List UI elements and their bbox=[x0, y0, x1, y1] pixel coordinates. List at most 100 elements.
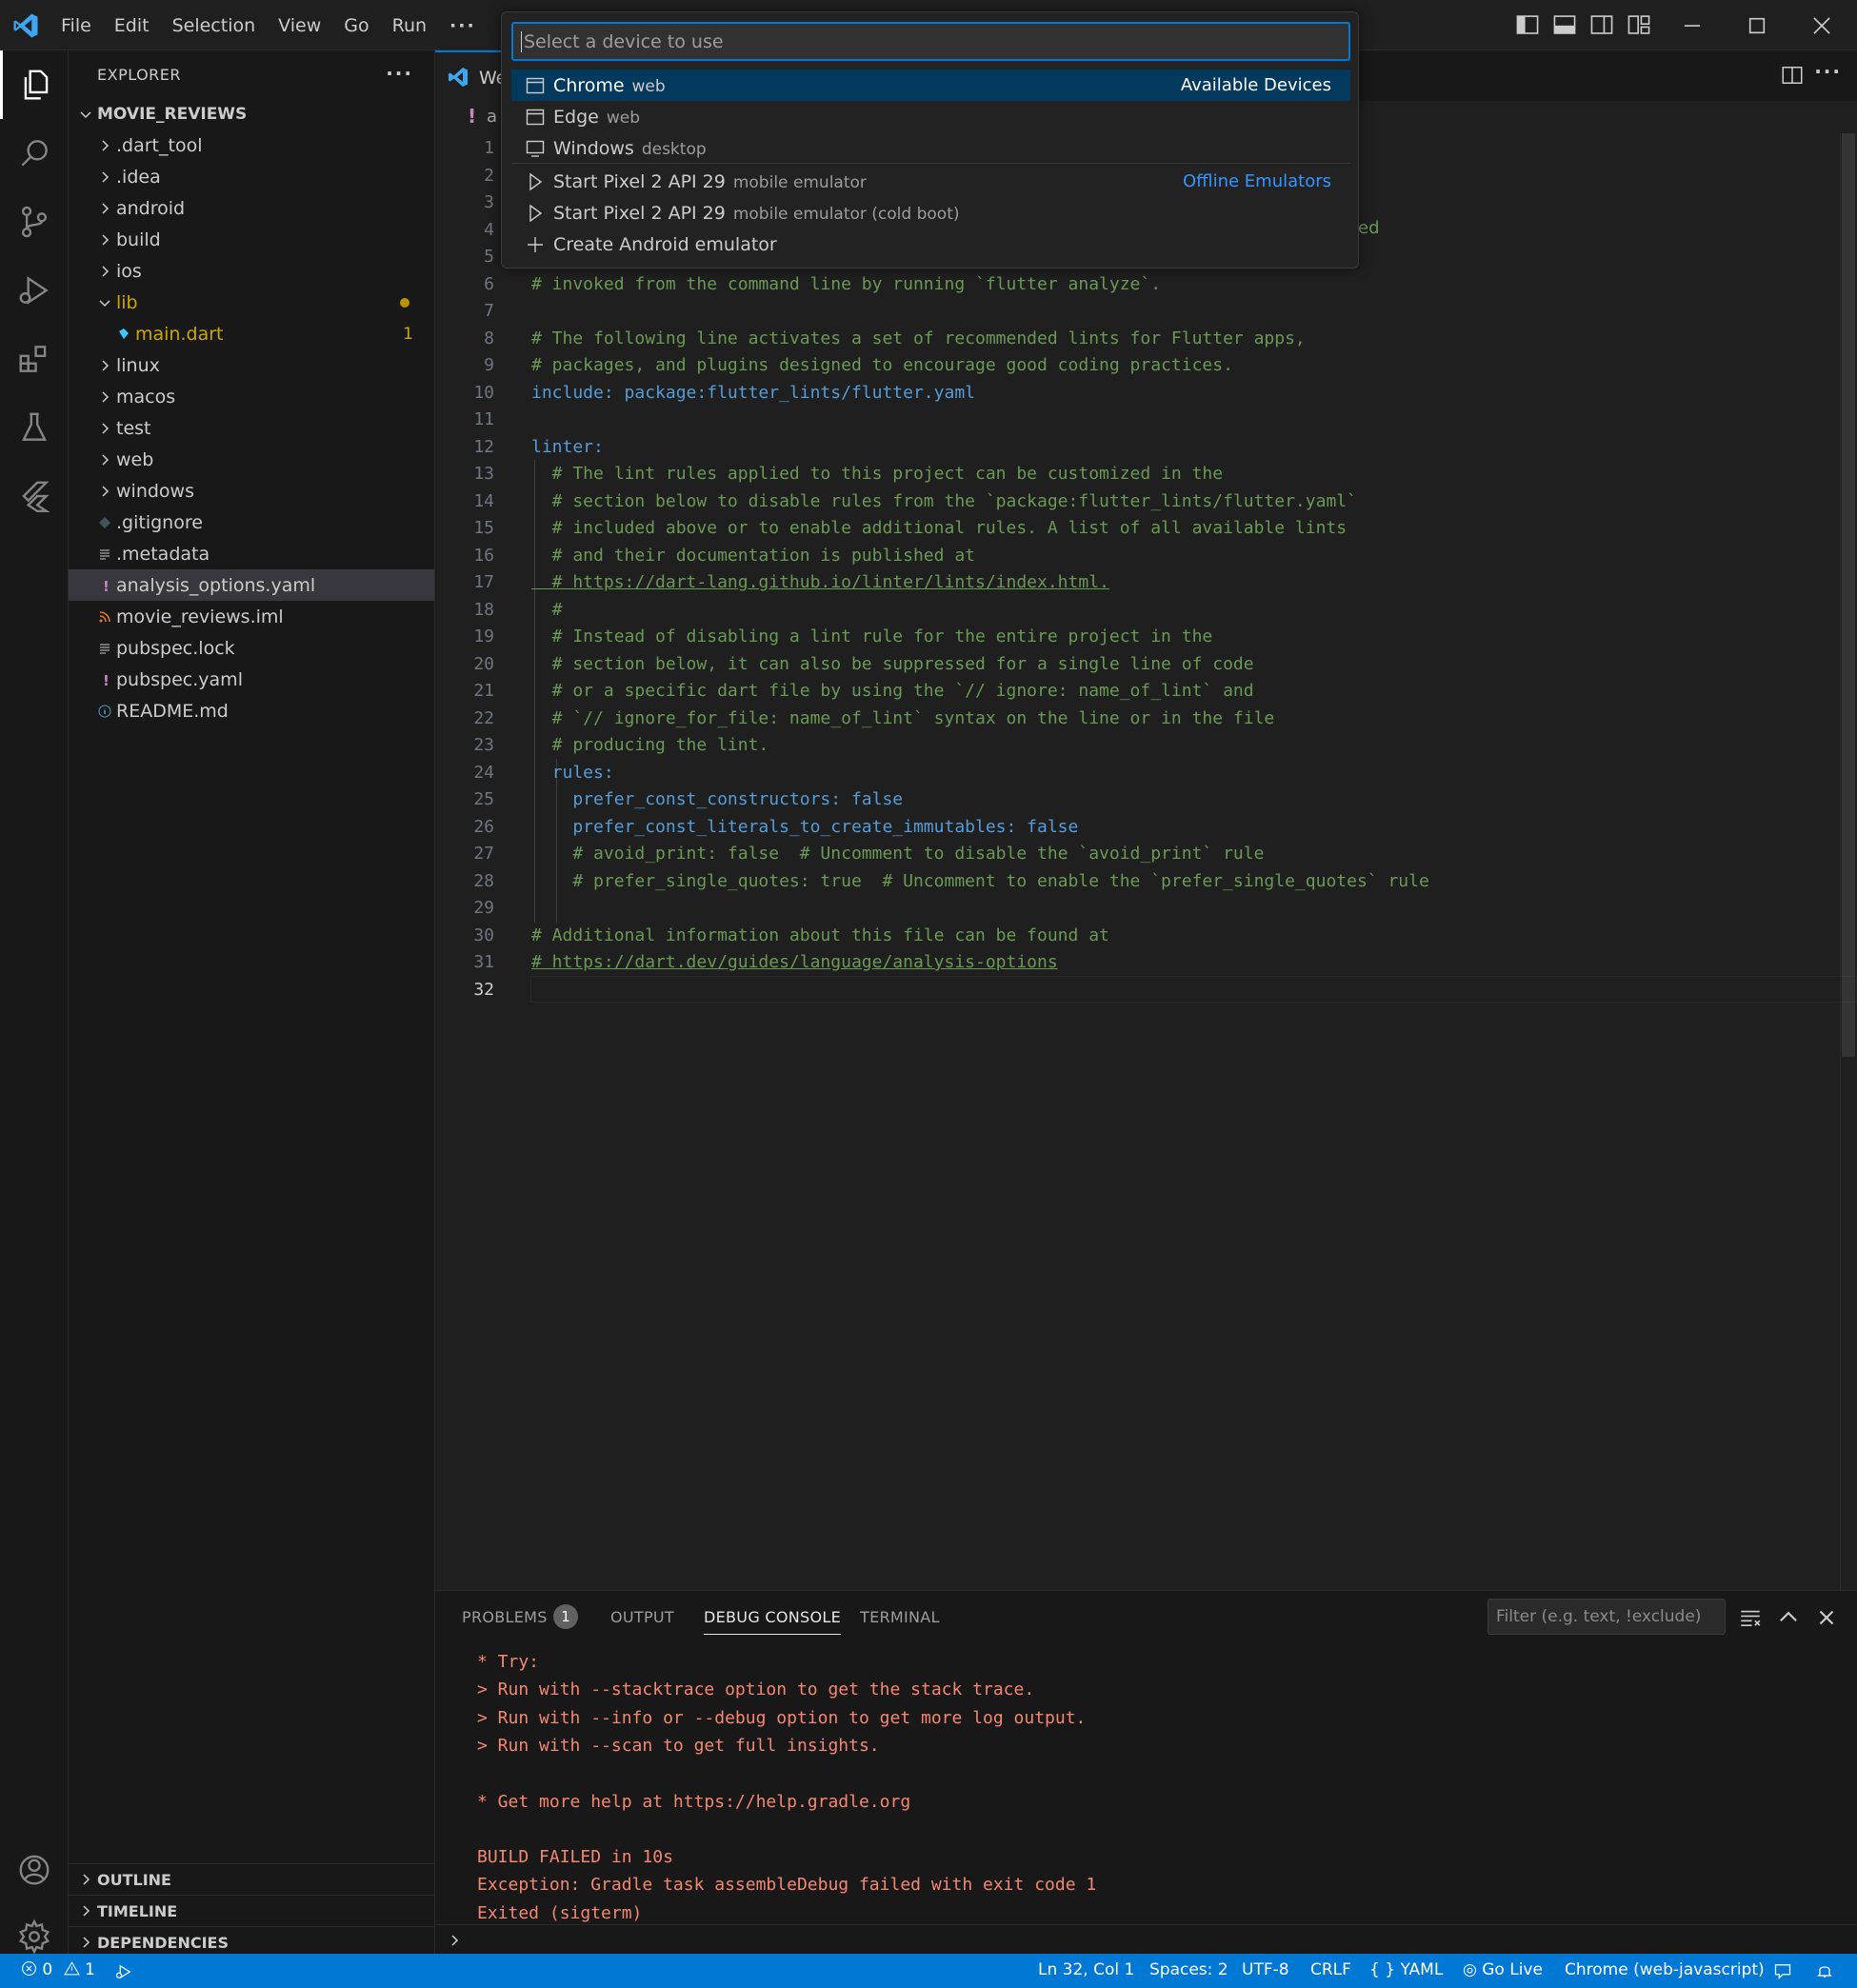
device-description: desktop bbox=[641, 139, 707, 159]
explorer-sidebar: EXPLORER ··· MOVIE_REVIEWS .dart_tool .id… bbox=[69, 50, 435, 1954]
menu-run[interactable]: Run bbox=[381, 15, 438, 36]
notifications-bell-icon[interactable] bbox=[1815, 1961, 1834, 1980]
device-quick-pick: Select a device to use Chrome web Availabl… bbox=[501, 11, 1359, 268]
code-line: # https://dart.dev/guides/language/analy… bbox=[531, 952, 1058, 972]
menu-file[interactable]: File bbox=[50, 15, 103, 36]
outline-section[interactable]: OUTLINE bbox=[69, 1863, 434, 1895]
file-item-readme-md[interactable]: README.md bbox=[69, 695, 434, 726]
menu-more[interactable]: ··· bbox=[438, 15, 488, 36]
folder-item-ios[interactable]: ios bbox=[69, 255, 434, 287]
scrollbar-thumb[interactable] bbox=[1842, 133, 1855, 1057]
flutter-icon[interactable] bbox=[0, 462, 69, 530]
end-of-line[interactable]: CRLF bbox=[1310, 1960, 1351, 1979]
folder-item-android[interactable]: android bbox=[69, 192, 434, 224]
vscode-logo-icon bbox=[13, 13, 38, 38]
close-icon[interactable] bbox=[1809, 13, 1834, 38]
line-number: 29 bbox=[473, 898, 494, 918]
sidebar-more-button[interactable]: ··· bbox=[386, 62, 413, 85]
code-editor[interactable]: 1 2 3 4 5 6 # invoked from the command line by… bbox=[435, 133, 1857, 1590]
braces-icon: { } bbox=[1369, 1960, 1396, 1979]
code-line: prefer_const_literals_to_create_immutabl… bbox=[531, 816, 1079, 837]
split-editor-icon[interactable] bbox=[1781, 64, 1804, 87]
menu-bar: File Edit Selection View Go Run ··· bbox=[50, 0, 488, 50]
indentation[interactable]: Spaces: 2 bbox=[1149, 1960, 1228, 1979]
file-item-main-dart[interactable]: main.dart 1 bbox=[69, 318, 434, 349]
maximize-panel-icon[interactable] bbox=[1776, 1605, 1801, 1630]
code-line: # invoked from the command line by runni… bbox=[531, 273, 1162, 294]
line-number: 27 bbox=[473, 844, 494, 864]
toggle-secondary-sidebar-icon[interactable] bbox=[1589, 12, 1614, 37]
folder-item-build[interactable]: build bbox=[69, 224, 434, 255]
folder-item-idea[interactable]: .idea bbox=[69, 161, 434, 192]
file-item-analysis-options-yaml[interactable]: ! analysis_options.yaml bbox=[69, 569, 434, 601]
source-control-icon[interactable] bbox=[0, 188, 69, 256]
device-label: Create Android emulator bbox=[553, 234, 777, 255]
maximize-icon[interactable] bbox=[1745, 13, 1769, 38]
menu-view[interactable]: View bbox=[267, 15, 332, 36]
toggle-primary-sidebar-icon[interactable] bbox=[1515, 12, 1540, 37]
minimize-icon[interactable] bbox=[1680, 13, 1705, 38]
flutter-device[interactable]: Chrome (web-javascript) bbox=[1565, 1960, 1765, 1979]
tab-terminal[interactable]: TERMINAL bbox=[860, 1608, 940, 1626]
device-option-windows[interactable]: Windows desktop bbox=[511, 132, 1350, 164]
folder-item-linux[interactable]: linux bbox=[69, 349, 434, 381]
menu-selection[interactable]: Selection bbox=[161, 15, 268, 36]
feedback-icon[interactable] bbox=[1773, 1961, 1792, 1980]
device-option-chrome[interactable]: Chrome web Available Devices bbox=[511, 70, 1350, 101]
tree-item-label: android bbox=[116, 197, 186, 219]
code-line: # section below, it can also be suppress… bbox=[531, 653, 1254, 674]
file-item-gitignore[interactable]: .gitignore bbox=[69, 507, 434, 538]
debug-launch-icon[interactable] bbox=[114, 1962, 133, 1981]
folder-item-macos[interactable]: macos bbox=[69, 381, 434, 412]
tab-debug-console[interactable]: DEBUG CONSOLE bbox=[704, 1608, 842, 1635]
device-search-input[interactable]: Select a device to use bbox=[511, 22, 1350, 61]
tab-problems[interactable]: PROBLEMS bbox=[462, 1608, 548, 1626]
yaml-file-icon: ! bbox=[103, 672, 110, 687]
folder-item-dart-tool[interactable]: .dart_tool bbox=[69, 129, 434, 161]
file-item-pubspec-yaml[interactable]: ! pubspec.yaml bbox=[69, 664, 434, 695]
encoding[interactable]: UTF-8 bbox=[1242, 1960, 1289, 1979]
console-line: * Get more help at https://help.gradle.o… bbox=[477, 1791, 911, 1812]
activity-bar bbox=[0, 50, 69, 1955]
folder-item-windows[interactable]: windows bbox=[69, 475, 434, 507]
problems-status[interactable]: 0 1 bbox=[21, 1960, 95, 1979]
folder-item-test[interactable]: test bbox=[69, 412, 434, 444]
accounts-icon[interactable] bbox=[0, 1836, 69, 1904]
file-item-metadata[interactable]: .metadata bbox=[69, 538, 434, 569]
toggle-panel-icon[interactable] bbox=[1552, 12, 1577, 37]
chevron-right-icon bbox=[451, 1935, 459, 1946]
menu-edit[interactable]: Edit bbox=[103, 15, 161, 36]
folder-item-web[interactable]: web bbox=[69, 444, 434, 475]
device-option-start-pixel-2-api-29[interactable]: Start Pixel 2 API 29 mobile emulator Offli… bbox=[511, 166, 1350, 197]
file-item-movie-reviews-iml[interactable]: movie_reviews.iml bbox=[69, 601, 434, 632]
file-item-pubspec-lock[interactable]: pubspec.lock bbox=[69, 632, 434, 664]
explorer-icon[interactable] bbox=[0, 50, 69, 119]
console-input[interactable] bbox=[435, 1924, 1857, 1955]
device-option-start-pixel-2-api-29-cold-boot[interactable]: Start Pixel 2 API 29 mobile emulator (col… bbox=[511, 197, 1350, 229]
timeline-section[interactable]: TIMELINE bbox=[69, 1895, 434, 1926]
customize-layout-icon[interactable] bbox=[1627, 12, 1651, 37]
go-live-button[interactable]: ◎ Go Live bbox=[1463, 1960, 1543, 1979]
device-label: Edge web bbox=[553, 107, 640, 128]
workspace-root[interactable]: MOVIE_REVIEWS bbox=[69, 98, 434, 129]
tree-item-label: analysis_options.yaml bbox=[116, 574, 316, 596]
menu-go[interactable]: Go bbox=[332, 15, 380, 36]
cursor-position[interactable]: Ln 32, Col 1 bbox=[1038, 1960, 1134, 1979]
device-option-create-android-emulator[interactable]: Create Android emulator bbox=[511, 229, 1350, 260]
folder-item-lib[interactable]: lib bbox=[69, 287, 434, 318]
code-line: # prefer_single_quotes: true # Uncomment… bbox=[531, 870, 1429, 891]
editor-more-button[interactable]: ··· bbox=[1814, 60, 1842, 83]
editor-scrollbar[interactable] bbox=[1840, 133, 1857, 1590]
device-option-edge[interactable]: Edge web bbox=[511, 101, 1350, 132]
breadcrumb-file[interactable]: a bbox=[487, 107, 497, 127]
language-mode[interactable]: { } YAML bbox=[1369, 1960, 1443, 1979]
run-debug-icon[interactable] bbox=[0, 256, 69, 325]
console-filter-input[interactable]: Filter (e.g. text, !exclude) bbox=[1488, 1599, 1726, 1635]
testing-icon[interactable] bbox=[0, 393, 69, 462]
tree-item-label: main.dart bbox=[135, 323, 224, 345]
close-panel-icon[interactable] bbox=[1814, 1605, 1839, 1630]
tab-output[interactable]: OUTPUT bbox=[610, 1608, 674, 1626]
search-icon[interactable] bbox=[0, 119, 69, 188]
clear-console-icon[interactable] bbox=[1738, 1605, 1763, 1630]
extensions-icon[interactable] bbox=[0, 325, 69, 393]
